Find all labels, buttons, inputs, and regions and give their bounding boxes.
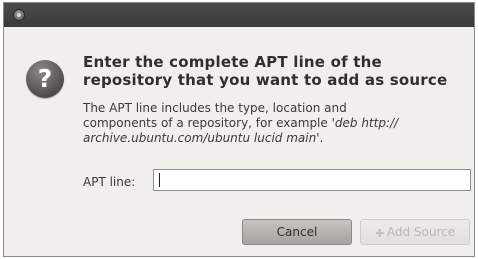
dialog-description: The APT line includes the type, location…	[83, 101, 468, 146]
description-line-2: components of a repository, for example	[83, 116, 332, 130]
description-line-1: The APT line includes the type, location…	[83, 101, 347, 115]
description-example-end: archive.ubuntu.com/ubuntu lucid main	[83, 131, 317, 145]
headline-line-1: Enter the complete APT line of the	[83, 53, 382, 71]
description-example-start: 'deb http://	[331, 116, 399, 130]
apt-line-input[interactable]	[153, 169, 471, 191]
dialog-headline: Enter the complete APT line of the repos…	[83, 53, 473, 89]
add-source-button[interactable]: ✚ Add Source	[360, 219, 470, 245]
headline-line-2: repository that you want to add as sourc…	[83, 71, 448, 89]
question-icon: ?	[26, 60, 64, 98]
description-end: '.	[316, 131, 324, 145]
apt-line-label: APT line:	[83, 175, 136, 189]
add-source-icon: ✚	[375, 227, 385, 240]
add-source-dialog: ? Enter the complete APT line of the rep…	[3, 2, 475, 257]
title-bar[interactable]	[4, 3, 474, 27]
cancel-button[interactable]: Cancel	[242, 219, 352, 245]
add-source-label: Add Source	[386, 225, 456, 239]
close-icon[interactable]	[13, 9, 25, 21]
text-caret	[159, 173, 160, 187]
